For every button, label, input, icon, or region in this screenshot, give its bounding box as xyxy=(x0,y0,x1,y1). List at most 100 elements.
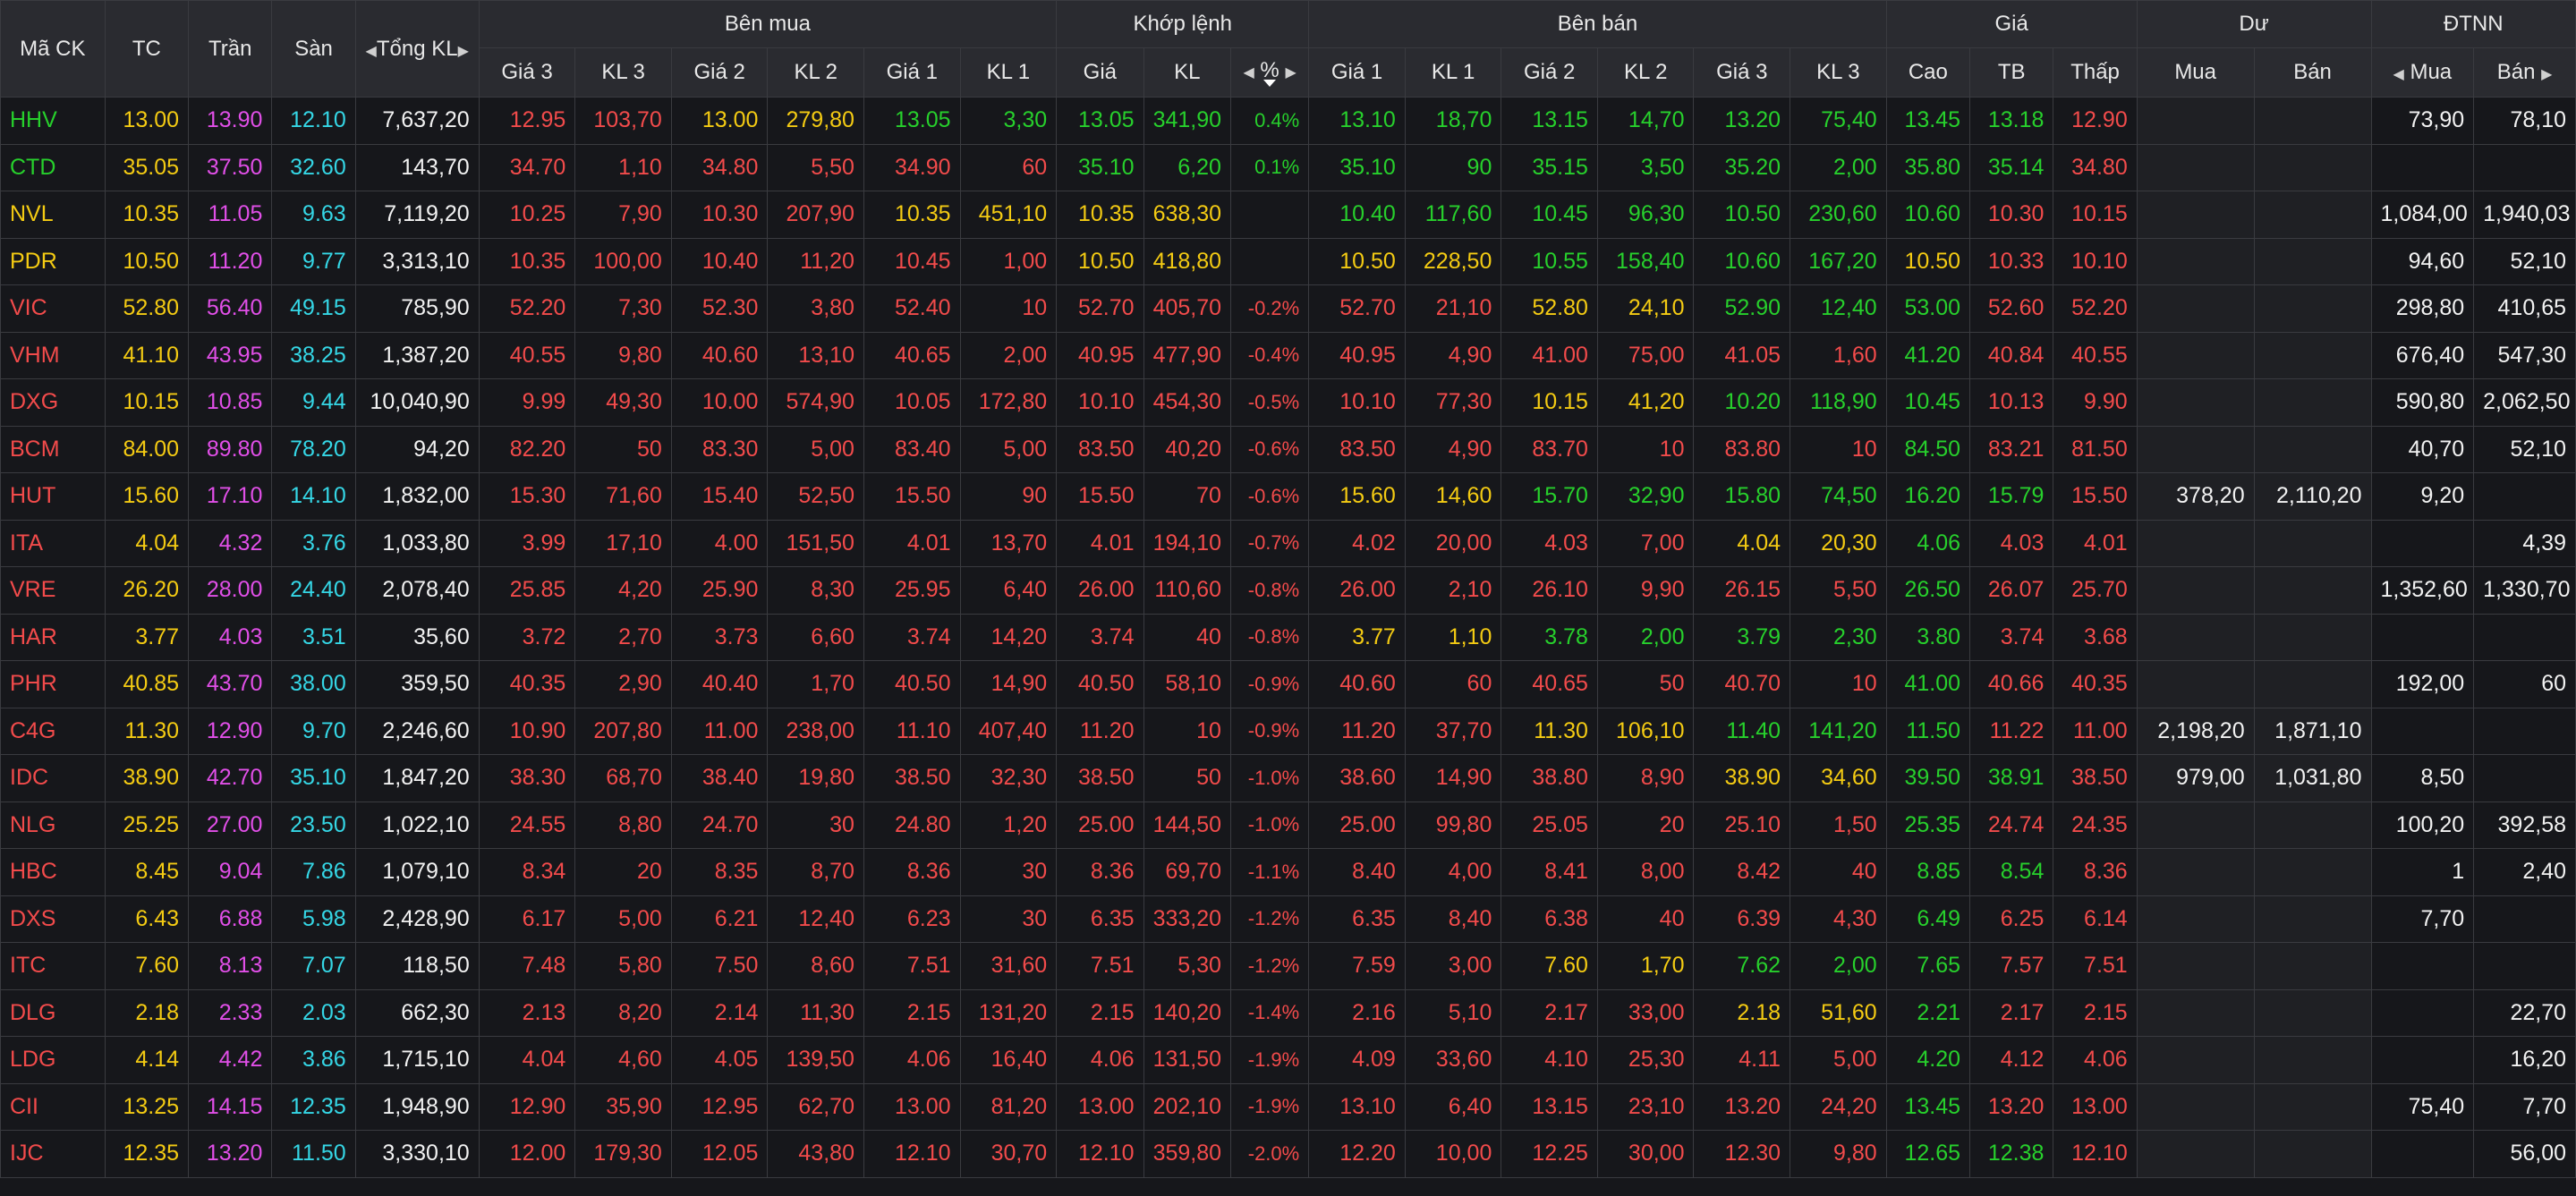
table-row[interactable]: NVL 10.35 11.05 9.63 7,119,20 10.25 7,90 10.30 2… xyxy=(0,191,2576,239)
table-row[interactable]: IDC 38.90 42.70 35.10 1,847,20 38.30 68,70 38.4… xyxy=(0,754,2576,802)
table-row[interactable]: C4G 11.30 12.90 9.70 2,246,60 10.90 207,80 11.0… xyxy=(0,707,2576,755)
col-header-floor[interactable]: Sàn xyxy=(271,0,356,98)
table-row[interactable]: HBC 8.45 9.04 7.86 1,079,10 8.34 20 8.35 8,70 8.3… xyxy=(0,848,2576,896)
symbol-cell[interactable]: LDG xyxy=(0,1036,106,1084)
col-header-match-price[interactable]: Giá xyxy=(1056,47,1144,98)
rem-sell-cell xyxy=(2253,566,2372,615)
col-header-total-volume[interactable]: ◀Tổng KL▶ xyxy=(354,0,480,98)
symbol-cell[interactable]: HAR xyxy=(0,613,106,661)
symbol-cell[interactable]: VIC xyxy=(0,284,106,333)
col-header-symbol[interactable]: Mã CK xyxy=(0,0,106,98)
foreign-buy-label: Mua xyxy=(2410,60,2453,84)
scroll-left-icon[interactable]: ◀ xyxy=(366,44,377,59)
foreign-buy-cell: 8,50 xyxy=(2370,754,2475,802)
col-header-buy-vol1[interactable]: KL 1 xyxy=(959,47,1058,98)
symbol-cell[interactable]: DXG xyxy=(0,378,106,427)
col-header-match-pct[interactable]: ◀ % ▶ xyxy=(1229,47,1310,98)
buy-price2-cell: 10.30 xyxy=(670,191,769,239)
buy-vol2-cell: 62,70 xyxy=(767,1082,864,1131)
col-header-sell-price1[interactable]: Giá 1 xyxy=(1308,47,1406,98)
col-header-high[interactable]: Cao xyxy=(1885,47,1971,98)
match-vol-cell: 333,20 xyxy=(1143,895,1231,943)
symbol-cell[interactable]: IDC xyxy=(0,754,106,802)
col-header-ref[interactable]: TC xyxy=(104,0,190,98)
table-row[interactable]: NLG 25.25 27.00 23.50 1,022,10 24.55 8,80 24.70… xyxy=(0,801,2576,849)
table-row[interactable]: PHR 40.85 43.70 38.00 359,50 40.35 2,90 40.40 1,… xyxy=(0,660,2576,708)
symbol-cell[interactable]: BCM xyxy=(0,425,106,473)
sell-price1-cell: 38.60 xyxy=(1308,754,1406,802)
symbol-cell[interactable]: VHM xyxy=(0,331,106,379)
buy-price2-cell: 34.80 xyxy=(670,143,769,191)
symbol-cell[interactable]: C4G xyxy=(0,707,106,755)
pct-left-icon[interactable]: ◀ xyxy=(1243,65,1254,81)
col-header-rem-sell[interactable]: Bán xyxy=(2253,47,2372,98)
table-row[interactable]: PDR 10.50 11.20 9.77 3,313,10 10.35 100,00 10.4… xyxy=(0,237,2576,285)
table-row[interactable]: HHV 13.00 13.90 12.10 7,637,20 12.95 103,70 13.… xyxy=(0,97,2576,145)
col-header-buy-price3[interactable]: Giá 3 xyxy=(478,47,576,98)
symbol-cell[interactable]: DXS xyxy=(0,895,106,943)
col-header-buy-vol3[interactable]: KL 3 xyxy=(574,47,672,98)
avg-cell: 11.22 xyxy=(1969,707,2054,755)
rem-sell-cell xyxy=(2253,143,2372,191)
col-header-sell-vol3[interactable]: KL 3 xyxy=(1790,47,1887,98)
match-vol-cell: 202,10 xyxy=(1143,1082,1231,1131)
col-header-rem-buy[interactable]: Mua xyxy=(2136,47,2255,98)
col-header-buy-vol2[interactable]: KL 2 xyxy=(767,47,864,98)
table-row[interactable]: DXG 10.15 10.85 9.44 10,040,90 9.99 49,30 10.00… xyxy=(0,378,2576,427)
col-header-match-vol[interactable]: KL xyxy=(1143,47,1231,98)
symbol-cell[interactable]: ITA xyxy=(0,519,106,567)
low-cell: 52.20 xyxy=(2053,284,2138,333)
symbol-cell[interactable]: ITC xyxy=(0,942,106,990)
symbol-cell[interactable]: IJC xyxy=(0,1130,106,1178)
table-row[interactable]: HUT 15.60 17.10 14.10 1,832,00 15.30 71,60 15.4… xyxy=(0,472,2576,521)
symbol-cell[interactable]: CII xyxy=(0,1082,106,1131)
table-row[interactable]: VRE 26.20 28.00 24.40 2,078,40 25.85 4,20 25.90… xyxy=(0,566,2576,615)
table-row[interactable]: HAR 3.77 4.03 3.51 35,60 3.72 2,70 3.73 6,60 3.74… xyxy=(0,613,2576,661)
pct-right-icon[interactable]: ▶ xyxy=(1285,65,1296,81)
symbol-cell[interactable]: HHV xyxy=(0,97,106,145)
match-pct-cell: -1.0% xyxy=(1229,754,1310,802)
symbol-cell[interactable]: VRE xyxy=(0,566,106,615)
symbol-cell[interactable]: PHR xyxy=(0,660,106,708)
col-header-sell-price3[interactable]: Giá 3 xyxy=(1693,47,1791,98)
table-row[interactable]: IJC 12.35 13.20 11.50 3,330,10 12.00 179,30 12.… xyxy=(0,1130,2576,1178)
symbol-cell[interactable]: NLG xyxy=(0,801,106,849)
table-row[interactable]: DXS 6.43 6.88 5.98 2,428,90 6.17 5,00 6.21 12,40… xyxy=(0,895,2576,943)
col-header-foreign-buy[interactable]: ◀ Mua xyxy=(2370,47,2475,98)
col-header-buy-price2[interactable]: Giá 2 xyxy=(670,47,769,98)
low-cell: 2.15 xyxy=(2053,988,2138,1037)
foreign-sell-cell xyxy=(2473,472,2576,521)
col-header-buy-price1[interactable]: Giá 1 xyxy=(863,47,961,98)
col-header-low[interactable]: Thấp xyxy=(2053,47,2138,98)
col-header-ceiling[interactable]: Trần xyxy=(188,0,273,98)
symbol-cell[interactable]: HUT xyxy=(0,472,106,521)
foreign-left-icon[interactable]: ◀ xyxy=(2393,67,2403,82)
avg-cell: 13.20 xyxy=(1969,1082,2054,1131)
scroll-right-icon[interactable]: ▶ xyxy=(458,44,469,59)
col-header-sell-price2[interactable]: Giá 2 xyxy=(1501,47,1598,98)
table-row[interactable]: CTD 35.05 37.50 32.60 143,70 34.70 1,10 34.80 5,… xyxy=(0,143,2576,191)
symbol-cell[interactable]: HBC xyxy=(0,848,106,896)
col-header-sell-vol2[interactable]: KL 2 xyxy=(1596,47,1695,98)
table-row[interactable]: CII 13.25 14.15 12.35 1,948,90 12.90 35,90 12.9… xyxy=(0,1082,2576,1131)
table-row[interactable]: ITA 4.04 4.32 3.76 1,033,80 3.99 17,10 4.00 151,… xyxy=(0,519,2576,567)
col-header-avg[interactable]: TB xyxy=(1969,47,2054,98)
table-row[interactable]: LDG 4.14 4.42 3.86 1,715,10 4.04 4,60 4.05 139,5… xyxy=(0,1036,2576,1084)
symbol-cell[interactable]: CTD xyxy=(0,143,106,191)
col-header-sell-vol1[interactable]: KL 1 xyxy=(1404,47,1502,98)
buy-vol2-cell: 12,40 xyxy=(767,895,864,943)
col-header-foreign-sell[interactable]: Bán ▶ xyxy=(2473,47,2576,98)
table-row[interactable]: VHM 41.10 43.95 38.25 1,387,20 40.55 9,80 40.60… xyxy=(0,331,2576,379)
table-row[interactable]: ITC 7.60 8.13 7.07 118,50 7.48 5,80 7.50 8,60 7.5… xyxy=(0,942,2576,990)
buy-price1-cell: 38.50 xyxy=(863,754,961,802)
table-row[interactable]: BCM 84.00 89.80 78.20 94,20 82.20 50 83.30 5,00 8… xyxy=(0,425,2576,473)
ceiling-cell: 13.20 xyxy=(188,1130,273,1178)
buy-vol3-cell: 8,20 xyxy=(574,988,672,1037)
symbol-cell[interactable]: PDR xyxy=(0,237,106,285)
foreign-right-icon[interactable]: ▶ xyxy=(2541,67,2552,82)
symbol-cell[interactable]: DLG xyxy=(0,988,106,1037)
buy-vol3-cell: 9,80 xyxy=(574,331,672,379)
table-row[interactable]: VIC 52.80 56.40 49.15 785,90 52.20 7,30 52.30 3,… xyxy=(0,284,2576,333)
symbol-cell[interactable]: NVL xyxy=(0,191,106,239)
table-row[interactable]: DLG 2.18 2.33 2.03 662,30 2.13 8,20 2.14 11,30 2.… xyxy=(0,988,2576,1037)
